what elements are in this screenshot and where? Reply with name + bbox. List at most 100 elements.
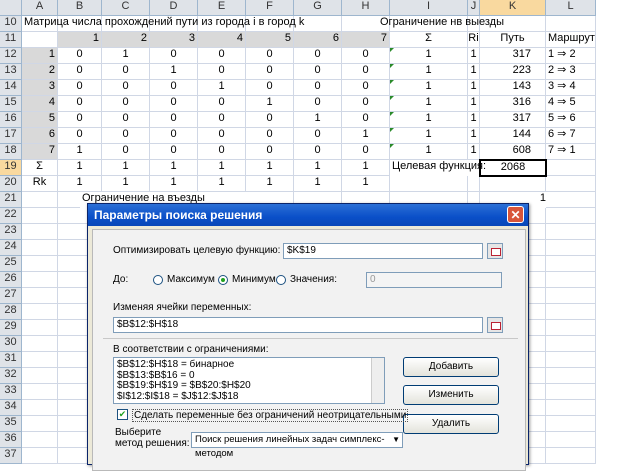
chevron-down-icon[interactable]: ▼ (392, 433, 400, 447)
sum-cell[interactable]: 1 (390, 80, 468, 96)
column-header-c[interactable]: C (102, 0, 150, 16)
nonnegative-checkbox[interactable]: ✔ (117, 409, 128, 420)
matrix-cell[interactable]: 0 (150, 112, 198, 128)
constraint-item[interactable]: $B$12:$H$18 = бинарное (117, 359, 381, 371)
grid-cell[interactable] (546, 256, 596, 272)
matrix-cell[interactable]: 0 (58, 112, 102, 128)
matrix-cell[interactable]: 0 (198, 48, 246, 64)
grid-cell[interactable] (22, 352, 58, 368)
matrix-col-header[interactable]: 7 (342, 32, 390, 48)
row-header-11[interactable]: 11 (0, 32, 22, 48)
min-radio[interactable] (218, 275, 228, 285)
grid-cell[interactable] (546, 208, 596, 224)
ri-cell[interactable]: 1 (468, 112, 480, 128)
matrix-cell[interactable]: 0 (342, 144, 390, 160)
sum-row-cell[interactable]: 1 (198, 160, 246, 176)
matrix-cell[interactable]: 0 (102, 112, 150, 128)
matrix-cell[interactable]: 0 (150, 128, 198, 144)
row-header-14[interactable]: 14 (0, 80, 22, 96)
grid-cell[interactable] (546, 416, 596, 432)
close-icon[interactable]: ✕ (507, 206, 524, 223)
row-header-29[interactable]: 29 (0, 320, 22, 336)
route-cell[interactable]: 5 ⇒ 6 (546, 112, 596, 128)
rk-row-cell[interactable]: 1 (58, 176, 102, 192)
grid-cell[interactable] (546, 368, 596, 384)
column-header-l[interactable]: L (546, 0, 596, 16)
path-cell[interactable]: 317 (480, 112, 546, 128)
route-cell[interactable]: 6 ⇒ 7 (546, 128, 596, 144)
grid-cell[interactable] (546, 16, 596, 32)
rk-row-cell[interactable]: 1 (102, 176, 150, 192)
ri-header[interactable]: Ri (468, 32, 480, 48)
matrix-col-header[interactable]: 5 (246, 32, 294, 48)
matrix-cell[interactable]: 0 (198, 112, 246, 128)
row-label[interactable]: 6 (22, 128, 58, 144)
limit-exit-title[interactable]: Ограничение нв выезды (378, 16, 538, 32)
grid-cell[interactable] (546, 176, 596, 192)
rk-row-cell[interactable]: 1 (246, 176, 294, 192)
row-header-28[interactable]: 28 (0, 304, 22, 320)
matrix-cell[interactable]: 0 (58, 48, 102, 64)
matrix-cell[interactable]: 0 (198, 64, 246, 80)
route-cell[interactable]: 4 ⇒ 5 (546, 96, 596, 112)
grid-cell[interactable] (22, 320, 58, 336)
column-header-k[interactable]: K (480, 0, 546, 16)
sum-cell[interactable]: 1 (390, 48, 468, 64)
row-header-26[interactable]: 26 (0, 272, 22, 288)
matrix-cell[interactable]: 0 (246, 80, 294, 96)
grid-cell[interactable] (390, 176, 468, 192)
grid-cell[interactable] (546, 288, 596, 304)
sum-row-label[interactable]: Σ (22, 160, 58, 176)
matrix-cell[interactable]: 0 (58, 128, 102, 144)
changing-cells-input[interactable]: $B$12:$H$18 (113, 317, 483, 333)
path-cell[interactable]: 144 (480, 128, 546, 144)
grid-cell[interactable] (22, 368, 58, 384)
matrix-cell[interactable]: 0 (294, 128, 342, 144)
grid-cell[interactable] (546, 352, 596, 368)
row-label[interactable]: 2 (22, 64, 58, 80)
grid-cell[interactable] (22, 288, 58, 304)
route-cell[interactable]: 2 ⇒ 3 (546, 64, 596, 80)
sum-cell[interactable]: 1 (390, 96, 468, 112)
column-header-d[interactable]: D (150, 0, 198, 16)
row-header-31[interactable]: 31 (0, 352, 22, 368)
row-label[interactable]: 1 (22, 48, 58, 64)
sum-row-cell[interactable]: 1 (150, 160, 198, 176)
constraint-item[interactable]: $B$19:$H$19 = $B$20:$H$20 (117, 380, 381, 392)
path-cell[interactable]: 608 (480, 144, 546, 160)
ri-cell[interactable]: 1 (468, 64, 480, 80)
matrix-cell[interactable]: 1 (150, 64, 198, 80)
grid-cell[interactable] (22, 240, 58, 256)
sum-cell[interactable]: 1 (390, 128, 468, 144)
grid-cell[interactable] (546, 384, 596, 400)
max-radio[interactable] (153, 275, 163, 285)
matrix-cell[interactable]: 0 (198, 128, 246, 144)
select-all-corner[interactable] (0, 0, 22, 16)
grid-cell[interactable] (22, 336, 58, 352)
row-label[interactable]: 3 (22, 80, 58, 96)
matrix-col-header[interactable]: 1 (58, 32, 102, 48)
row-header-22[interactable]: 22 (0, 208, 22, 224)
matrix-cell[interactable]: 0 (246, 48, 294, 64)
grid-cell[interactable] (480, 176, 546, 192)
sum-row-cell[interactable]: 1 (294, 160, 342, 176)
grid-cell[interactable] (468, 176, 480, 192)
route-cell[interactable]: 7 ⇒ 1 (546, 144, 596, 160)
rk-row-label[interactable]: Rk (22, 176, 58, 192)
matrix-cell[interactable]: 0 (294, 80, 342, 96)
matrix-title[interactable]: Матрица числа прохождений пути из города… (22, 16, 422, 32)
matrix-cell[interactable]: 0 (246, 128, 294, 144)
sum-row-cell[interactable]: 1 (58, 160, 102, 176)
objective-collapse-button[interactable] (487, 243, 503, 259)
row-header-33[interactable]: 33 (0, 384, 22, 400)
matrix-cell[interactable]: 0 (294, 96, 342, 112)
changing-collapse-button[interactable] (487, 317, 503, 333)
ri-cell[interactable]: 1 (468, 80, 480, 96)
value-radio[interactable] (276, 275, 286, 285)
grid-cell[interactable] (546, 320, 596, 336)
grid-cell[interactable] (546, 400, 596, 416)
row-label[interactable]: 7 (22, 144, 58, 160)
matrix-cell[interactable]: 0 (246, 112, 294, 128)
matrix-cell[interactable]: 1 (198, 80, 246, 96)
matrix-cell[interactable]: 0 (58, 64, 102, 80)
